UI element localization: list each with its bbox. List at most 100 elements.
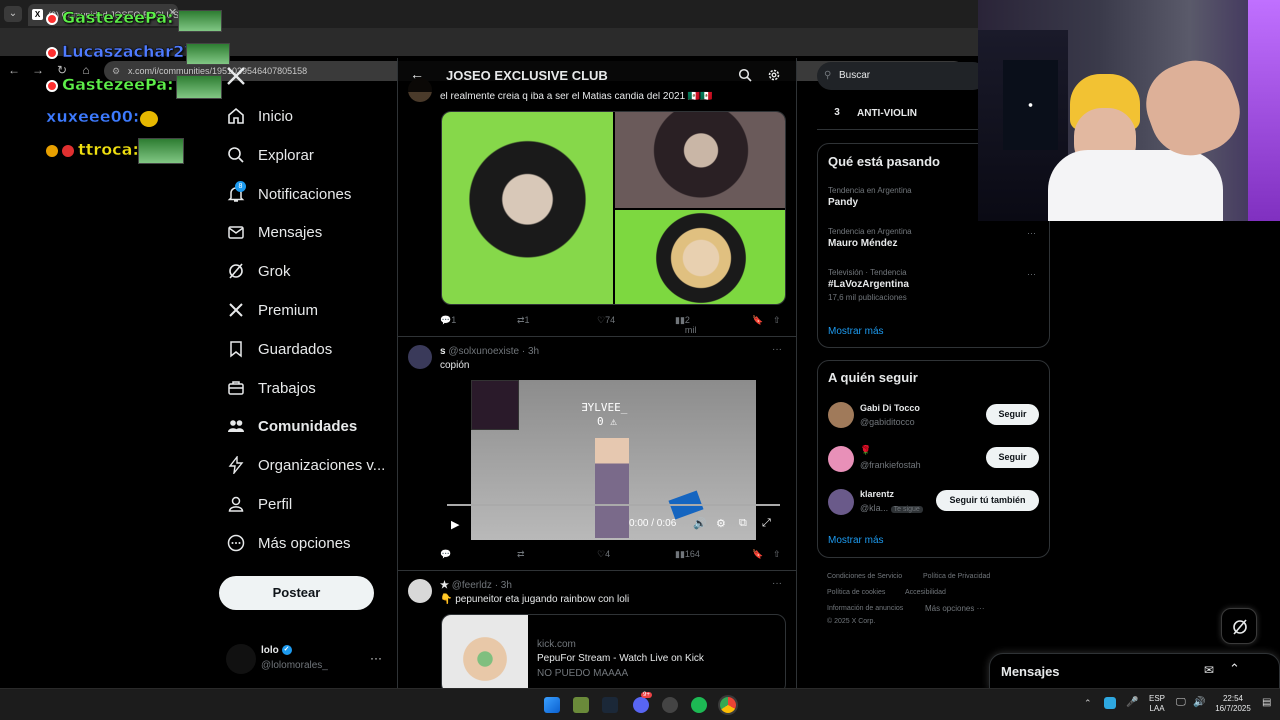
media-image[interactable]	[615, 210, 785, 304]
avatar[interactable]	[828, 446, 854, 472]
follow-button[interactable]: Seguir	[986, 447, 1039, 468]
pip-icon[interactable]: ⧉	[739, 517, 747, 530]
repost-button[interactable]: ⇄ 1	[517, 315, 530, 326]
back-icon[interactable]: ←	[6, 62, 22, 78]
avatar[interactable]	[408, 579, 432, 603]
app-icon[interactable]	[662, 697, 678, 713]
media-image[interactable]	[442, 112, 613, 304]
reply-button[interactable]: 💬 1	[440, 315, 456, 326]
account-menu-icon[interactable]: ···	[370, 651, 382, 665]
show-more-link[interactable]: Mostrar más	[828, 326, 884, 337]
trend-item[interactable]: Tendencia en Argentina Mauro Méndez	[828, 227, 1041, 263]
follow-button[interactable]: Seguir	[986, 404, 1039, 425]
tray-chevron-icon[interactable]: ⌃	[1084, 698, 1092, 709]
nav-communities[interactable]: Comunidades	[226, 407, 357, 445]
windows-start-icon[interactable]	[544, 697, 560, 713]
post-author-handle[interactable]: @feerldz	[452, 580, 492, 591]
views-button[interactable]: ▮▮ 164	[675, 549, 700, 560]
clock[interactable]: 22:54 16/7/2025	[1210, 694, 1256, 714]
video-player[interactable]: ƎYLVEE_ 0 ⚠ ▶ 0:00 / 0:06 🔊 ⚙ ⧉ ⤢	[441, 380, 786, 540]
messages-drawer[interactable]: Mensajes ✉ ⌃	[989, 653, 1280, 689]
post-time[interactable]: · 3h	[522, 346, 539, 357]
chrome-icon[interactable]	[720, 697, 736, 713]
grok-floating-button[interactable]	[1221, 608, 1257, 644]
media-image[interactable]	[615, 112, 785, 208]
x-logo-icon[interactable]	[226, 66, 246, 86]
footer-more-link[interactable]: Más opciones ···	[925, 604, 985, 613]
network-icon[interactable]: 🖵	[1176, 697, 1186, 708]
settings-icon[interactable]: ⚙	[716, 517, 726, 530]
share-icon[interactable]: ⇧	[773, 549, 781, 560]
footer-terms-link[interactable]: Condiciones de Servicio	[827, 573, 902, 580]
nav-explore[interactable]: Explorar	[226, 136, 314, 174]
views-button[interactable]: ▮▮ 2 mil	[675, 315, 696, 335]
steam-icon[interactable]	[602, 697, 618, 713]
follow-user-name[interactable]: 🌹	[860, 445, 871, 456]
post-author-name[interactable]: ★	[440, 580, 449, 591]
nav-notifications[interactable]: 8 Notificaciones	[226, 175, 351, 213]
link-card[interactable]: kick.com PepuFor Stream - Watch Live on …	[441, 614, 786, 688]
trend-more-icon[interactable]: ···	[1027, 269, 1036, 279]
nav-home[interactable]: Inicio	[226, 97, 293, 135]
trend-item[interactable]: Televisión · Tendencia #LaVozArgentina 1…	[828, 268, 1041, 308]
post-button[interactable]: Postear	[219, 576, 374, 610]
play-icon[interactable]: ▶	[451, 518, 459, 531]
nav-grok[interactable]: Grok	[226, 252, 291, 290]
footer-cookies-link[interactable]: Política de cookies	[827, 589, 885, 596]
ranked-community-item[interactable]: 3 ANTI-VIOLIN	[817, 98, 987, 130]
nav-profile[interactable]: Perfil	[226, 485, 292, 523]
follow-user-name[interactable]: Gabi Di Tocco	[860, 403, 920, 413]
new-message-icon[interactable]: ✉	[1204, 663, 1214, 677]
spotify-icon[interactable]	[691, 697, 707, 713]
nav-organizations[interactable]: Organizaciones v...	[226, 446, 385, 484]
search-input[interactable]: ⚲ Buscar	[817, 62, 987, 90]
like-button[interactable]: ♡ 74	[597, 315, 615, 326]
nav-jobs[interactable]: Trabajos	[226, 369, 316, 407]
nav-premium[interactable]: Premium	[226, 291, 318, 329]
follow-back-button[interactable]: Seguir tú también	[936, 490, 1039, 511]
nav-more[interactable]: Más opciones	[226, 524, 351, 562]
fullscreen-icon[interactable]: ⤢	[762, 517, 771, 530]
avatar[interactable]	[828, 489, 854, 515]
search-icon[interactable]	[738, 68, 752, 82]
footer-ads-link[interactable]: Información de anuncios	[827, 605, 903, 612]
gear-icon[interactable]	[767, 68, 781, 82]
share-icon[interactable]: ⇧	[773, 315, 781, 326]
forward-icon[interactable]: →	[30, 62, 46, 78]
footer-accessibility-link[interactable]: Accesibilidad	[905, 589, 946, 596]
post-time[interactable]: · 3h	[495, 580, 512, 591]
volume-icon[interactable]: 🔊	[1193, 697, 1205, 708]
app-icon[interactable]	[573, 697, 589, 713]
account-name[interactable]: lolo ✓	[261, 645, 292, 656]
notifications-icon[interactable]: ▤	[1262, 697, 1271, 708]
show-more-link[interactable]: Mostrar más	[828, 535, 884, 546]
avatar[interactable]	[828, 402, 854, 428]
avatar[interactable]	[226, 644, 256, 674]
footer-privacy-link[interactable]: Política de Privacidad	[923, 573, 990, 580]
chat-badge-icon	[46, 144, 58, 157]
nav-messages[interactable]: Mensajes	[226, 213, 322, 251]
reply-button[interactable]: 💬	[440, 549, 451, 560]
language-indicator[interactable]: ESP LAA	[1146, 694, 1168, 714]
post-media-grid[interactable]	[441, 111, 786, 305]
bookmark-icon[interactable]: 🔖	[752, 549, 763, 560]
post-more-icon[interactable]: ···	[772, 344, 782, 355]
post-author-name[interactable]: s	[440, 346, 446, 357]
volume-icon[interactable]: 🔊	[693, 517, 707, 530]
back-arrow-icon[interactable]: ←	[410, 66, 424, 82]
follow-user-name[interactable]: klarentz	[860, 489, 894, 499]
tray-app-icon[interactable]	[1104, 697, 1116, 709]
like-button[interactable]: ♡ 4	[597, 549, 610, 560]
video-progress-bar[interactable]	[447, 504, 780, 506]
post-more-icon[interactable]: ···	[772, 578, 782, 589]
bookmark-icon[interactable]: 🔖	[752, 315, 763, 326]
tab-search-chevron-icon[interactable]: ⌄	[4, 6, 22, 22]
microphone-icon[interactable]: 🎤	[1126, 697, 1138, 708]
discord-icon[interactable]	[633, 697, 649, 713]
expand-icon[interactable]: ⌃	[1229, 661, 1240, 677]
post-author-handle[interactable]: @solxunoexiste	[448, 346, 519, 357]
nav-bookmarks[interactable]: Guardados	[226, 330, 332, 368]
trend-more-icon[interactable]: ···	[1027, 228, 1036, 238]
avatar[interactable]	[408, 345, 432, 369]
repost-button[interactable]: ⇄	[517, 549, 525, 560]
